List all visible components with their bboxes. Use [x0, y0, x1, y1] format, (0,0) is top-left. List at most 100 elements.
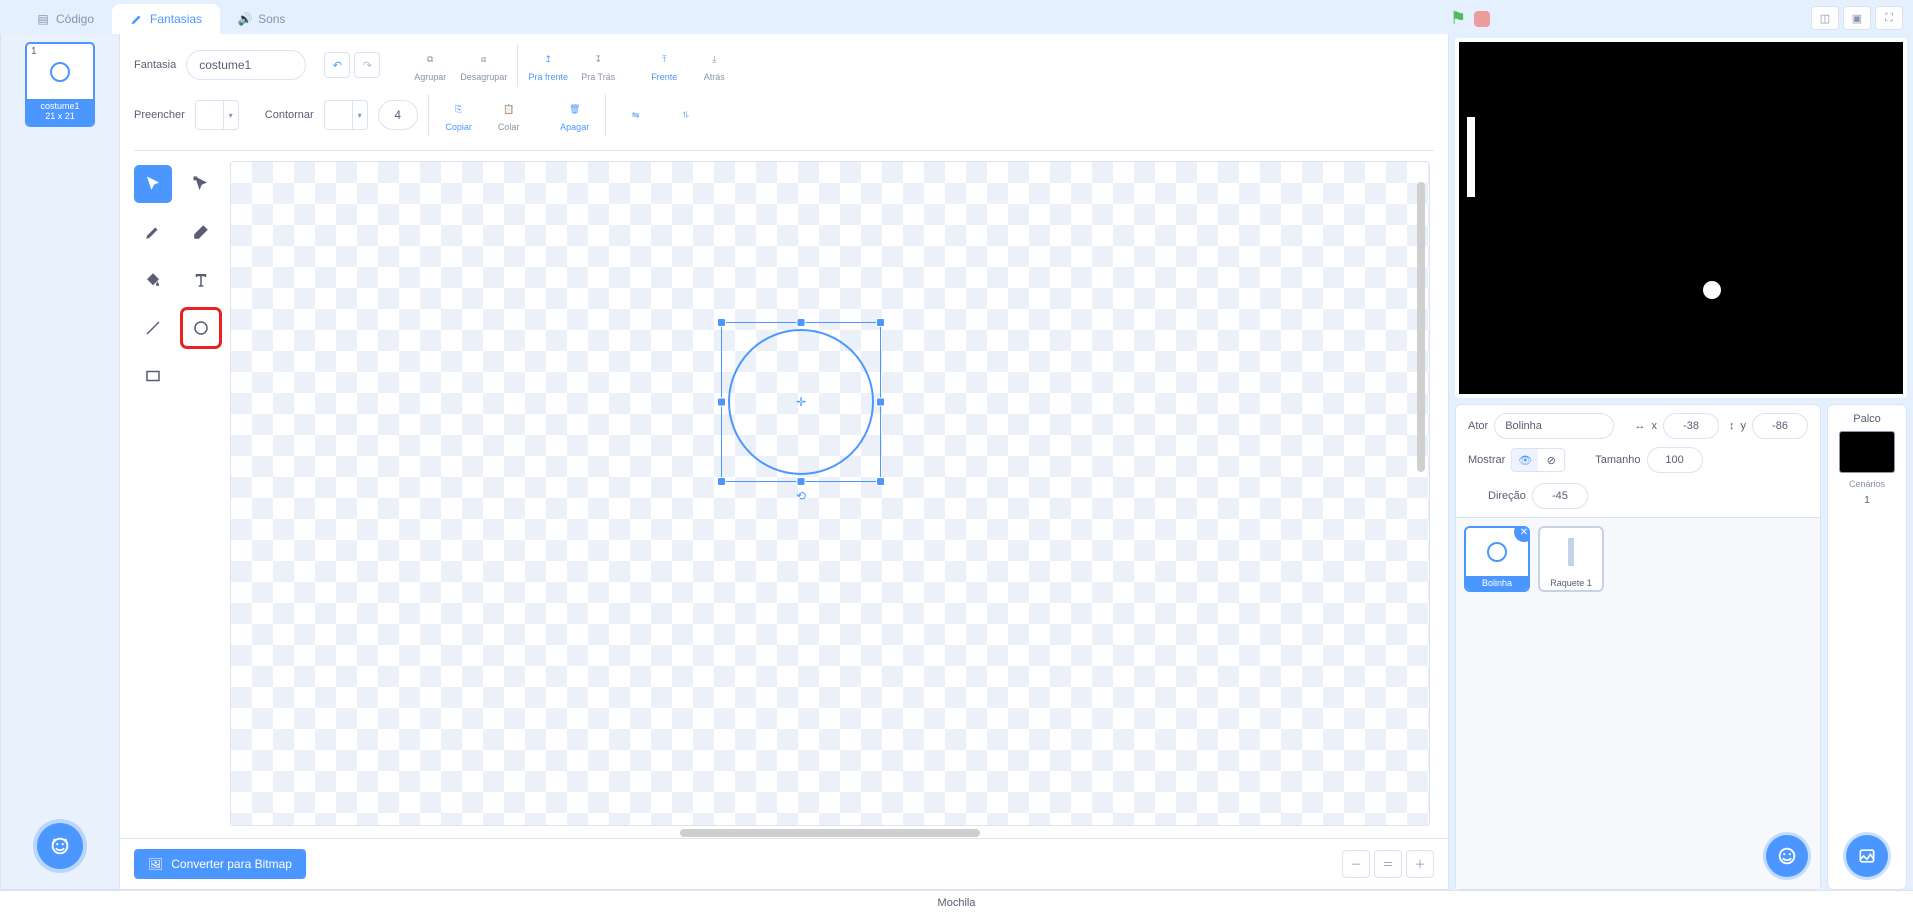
y-label: y — [1741, 420, 1747, 432]
handle-tl[interactable] — [717, 318, 726, 327]
flip-h-icon: ⇋ — [625, 104, 647, 126]
stage-paddle — [1467, 117, 1475, 197]
fullscreen-button[interactable]: ⛶ — [1875, 6, 1903, 30]
sound-icon: 🔊 — [238, 12, 252, 26]
stage-label: Palco — [1853, 413, 1881, 425]
chevron-down-icon: ▾ — [353, 111, 367, 120]
costume-name-input[interactable] — [186, 50, 306, 80]
forward-button[interactable]: ↥ Pra frente — [528, 48, 568, 82]
ungroup-button[interactable]: ⧈ Desagrupar — [460, 48, 507, 82]
outline-width-input[interactable] — [378, 100, 418, 130]
handle-tr[interactable] — [876, 318, 885, 327]
sprite-label: Ator — [1468, 420, 1488, 432]
tab-code[interactable]: ▤ Código — [18, 4, 112, 34]
tab-sounds-label: Sons — [258, 12, 285, 26]
convert-bitmap-button[interactable]: 🖼 Converter para Bitmap — [134, 849, 306, 879]
y-input[interactable] — [1752, 413, 1808, 439]
tool-fill[interactable] — [134, 261, 172, 299]
rotate-handle[interactable]: ⟲ — [796, 489, 806, 503]
sprite-tile-bolinha[interactable]: ✕ Bolinha — [1464, 526, 1530, 592]
costume-thumb-size: 21 x 21 — [27, 112, 93, 122]
code-icon: ▤ — [36, 12, 50, 26]
horizontal-scrollbar[interactable] — [680, 829, 980, 837]
delete-sprite-button[interactable]: ✕ — [1514, 526, 1530, 542]
handle-br[interactable] — [876, 477, 885, 486]
copy-button[interactable]: ⎘ Copiar — [439, 98, 479, 132]
ungroup-icon: ⧈ — [473, 48, 495, 70]
stop-icon[interactable] — [1474, 11, 1490, 27]
handle-t[interactable] — [797, 318, 806, 327]
handle-r[interactable] — [876, 398, 885, 407]
front-button[interactable]: ⤒ Frente — [644, 48, 684, 82]
paste-button[interactable]: 📋 Colar — [489, 98, 529, 132]
group-icon: ⧉ — [419, 48, 441, 70]
add-backdrop-button[interactable] — [1846, 835, 1888, 877]
thumbnail-shape — [50, 62, 70, 82]
redo-button[interactable]: ↷ — [354, 52, 380, 78]
sprite-name-input[interactable] — [1494, 413, 1614, 439]
trash-icon: 🗑 — [564, 98, 586, 120]
flip-horizontal-button[interactable]: ⇋ — [616, 104, 656, 126]
undo-button[interactable]: ↶ — [324, 52, 350, 78]
zoom-reset-button[interactable]: ＝ — [1374, 850, 1402, 878]
backward-icon: ↧ — [587, 48, 609, 70]
tool-line[interactable] — [134, 309, 172, 347]
stage-preview — [1455, 38, 1907, 398]
green-flag-icon[interactable]: ⚑ — [1450, 8, 1466, 29]
costume-name-label: Fantasia — [134, 59, 176, 71]
tool-eraser[interactable] — [182, 213, 220, 251]
costume-thumbnail[interactable]: 1 costume1 21 x 21 — [25, 42, 95, 127]
add-sprite-button[interactable] — [1766, 835, 1808, 877]
tab-sounds[interactable]: 🔊 Sons — [220, 4, 303, 34]
xy-icon: ↔ — [1635, 420, 1646, 432]
tab-costumes[interactable]: Fantasias — [112, 4, 220, 34]
small-stage-button[interactable]: ◫ — [1811, 6, 1839, 30]
x-input[interactable] — [1663, 413, 1719, 439]
tool-reshape[interactable] — [182, 165, 220, 203]
add-costume-button[interactable] — [37, 823, 83, 869]
tool-circle[interactable] — [182, 309, 220, 347]
flip-vertical-button[interactable]: ⥮ — [666, 104, 706, 126]
paste-icon: 📋 — [498, 98, 520, 120]
sprite-tile-label: Raquete 1 — [1540, 576, 1602, 590]
tool-rectangle[interactable] — [134, 357, 172, 395]
paint-canvas[interactable]: ✛ ⟲ — [230, 161, 1430, 826]
front-icon: ⤒ — [653, 48, 675, 70]
back-button[interactable]: ⤓ Atrás — [694, 48, 734, 82]
back-icon: ⤓ — [703, 48, 725, 70]
direction-input[interactable] — [1532, 483, 1588, 509]
image-icon: 🖼 — [148, 857, 163, 871]
handle-bl[interactable] — [717, 477, 726, 486]
size-label: Tamanho — [1595, 454, 1640, 466]
sprite-tile-label: Bolinha — [1466, 576, 1528, 590]
tool-brush[interactable] — [134, 213, 172, 251]
group-button[interactable]: ⧉ Agrupar — [410, 48, 450, 82]
handle-b[interactable] — [797, 477, 806, 486]
large-stage-button[interactable]: ▣ — [1843, 6, 1871, 30]
zoom-out-button[interactable]: － — [1342, 850, 1370, 878]
delete-button[interactable]: 🗑 Apagar — [555, 98, 595, 132]
zoom-in-button[interactable]: ＋ — [1406, 850, 1434, 878]
backdrops-count: 1 — [1864, 495, 1870, 506]
stage-thumbnail[interactable] — [1839, 431, 1895, 473]
fill-color-picker[interactable]: ▾ — [195, 100, 239, 130]
outline-color-picker[interactable]: ▾ — [324, 100, 368, 130]
tool-text[interactable] — [182, 261, 220, 299]
direction-label: Direção — [1488, 490, 1526, 502]
handle-l[interactable] — [717, 398, 726, 407]
tab-costumes-label: Fantasias — [150, 12, 202, 26]
flip-v-icon: ⥮ — [675, 104, 697, 126]
vertical-scrollbar[interactable] — [1417, 182, 1425, 472]
center-cross-icon: ✛ — [796, 395, 806, 409]
size-input[interactable] — [1647, 447, 1703, 473]
costume-index: 1 — [31, 46, 37, 57]
show-button[interactable]: 👁 — [1512, 449, 1538, 471]
sprite-tile-raquete[interactable]: Raquete 1 — [1538, 526, 1604, 592]
backpack-bar[interactable]: Mochila — [0, 890, 1913, 914]
brush-icon — [130, 12, 144, 26]
backward-button[interactable]: ↧ Pra Trás — [578, 48, 618, 82]
tool-select[interactable] — [134, 165, 172, 203]
hide-button[interactable]: ⊘ — [1538, 449, 1564, 471]
y-icon: ↕ — [1729, 420, 1735, 432]
selection-box[interactable]: ✛ ⟲ — [721, 322, 881, 482]
